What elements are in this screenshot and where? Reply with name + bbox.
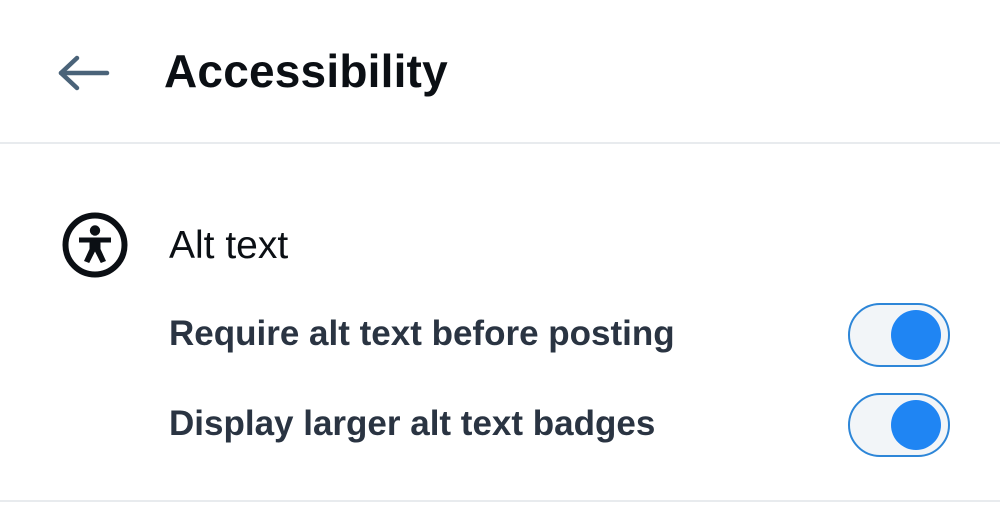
toggle-knob xyxy=(891,310,941,360)
toggle-knob xyxy=(891,400,941,450)
setting-row-require-alt-text[interactable]: Require alt text before posting xyxy=(0,297,1000,373)
arrow-left-icon xyxy=(58,55,110,91)
accessibility-settings-screen: Accessibility Alt text Require alt text … xyxy=(0,0,1000,527)
setting-row-larger-badges[interactable]: Display larger alt text badges xyxy=(0,387,1000,463)
divider xyxy=(0,500,1000,502)
setting-label: Display larger alt text badges xyxy=(169,404,656,443)
section-title: Alt text xyxy=(169,224,289,267)
setting-label: Require alt text before posting xyxy=(169,314,675,353)
require-alt-text-toggle[interactable] xyxy=(848,303,950,367)
page-title: Accessibility xyxy=(164,45,448,97)
header-bar: Accessibility xyxy=(0,0,1000,144)
alt-text-section: Alt text Require alt text before posting… xyxy=(0,144,1000,500)
back-button[interactable] xyxy=(52,46,114,100)
larger-badges-toggle[interactable] xyxy=(848,393,950,457)
accessibility-person-icon xyxy=(62,212,128,278)
